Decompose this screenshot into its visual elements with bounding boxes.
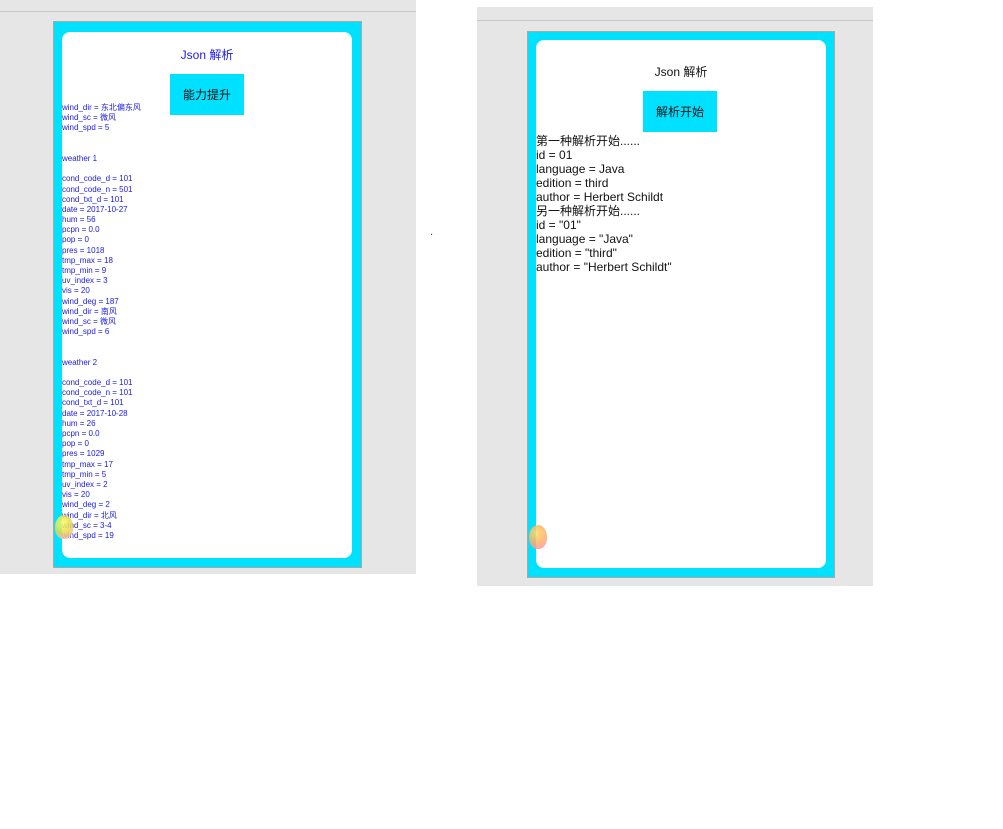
left-log-line: vis = 20 xyxy=(62,286,90,296)
left-log-line: tmp_min = 9 xyxy=(62,266,107,275)
right-log-line: 第一种解析开始...... xyxy=(536,134,641,148)
left-log-line: wind_dir = 南风 xyxy=(62,306,117,316)
left-panel-divider xyxy=(0,11,416,12)
left-log-line: weather 2 xyxy=(62,357,98,367)
left-log-line: tmp_min = 5 xyxy=(62,469,107,479)
left-log-line: pcpn = 0.0 xyxy=(62,225,100,235)
left-log-line: date = 2017-10-28 xyxy=(62,408,128,418)
left-app-title: Json 解析 xyxy=(180,48,234,62)
right-phone-frame: Json 解析 解析开始 第一种解析开始...... id = 01 languag… xyxy=(527,31,835,578)
floating-balloon-icon[interactable] xyxy=(55,515,73,539)
separator-dot: . xyxy=(430,227,434,238)
left-log-line: weather 1 xyxy=(62,153,98,163)
floating-balloon-icon[interactable] xyxy=(529,525,547,549)
left-log-line xyxy=(62,348,352,358)
right-app-card: Json 解析 解析开始 第一种解析开始...... id = 01 languag… xyxy=(536,40,826,568)
left-log-line xyxy=(62,144,352,154)
right-panel-divider xyxy=(477,20,873,21)
right-log-line: id = "01" xyxy=(536,218,581,232)
left-log-line: vis = 20 xyxy=(62,490,90,500)
left-screenshot-panel: Json 解析 wind_dir = 东北偏东风 wind_sc = 微风 wind… xyxy=(0,0,416,574)
right-parse-log: 第一种解析开始...... id = 01 language = Java editi… xyxy=(536,134,826,274)
left-log-line xyxy=(62,368,352,378)
left-log-line: wind_dir = 北风 xyxy=(62,510,117,520)
parse-start-button[interactable]: 解析开始 xyxy=(643,91,717,132)
left-log-line: cond_code_d = 101 xyxy=(62,378,133,388)
right-log-line: language = "Java" xyxy=(536,232,633,246)
left-log-line: cond_txt_d = 101 xyxy=(62,194,124,204)
left-log-line: wind_sc = 微风 xyxy=(62,316,117,326)
left-log-line: tmp_max = 18 xyxy=(62,255,113,265)
left-log-line: wind_deg = 2 xyxy=(62,500,110,510)
left-log-line: wind_deg = 187 xyxy=(62,296,119,306)
right-log-line: edition = third xyxy=(536,176,609,190)
left-log-line: wind_spd = 5 xyxy=(62,123,110,133)
left-log-line xyxy=(62,134,352,144)
left-log-line: tmp_max = 17 xyxy=(62,459,113,469)
left-log-line: hum = 26 xyxy=(62,418,96,428)
left-log-line: wind_spd = 19 xyxy=(62,530,114,540)
left-log-line xyxy=(62,164,352,174)
left-log-line: cond_code_d = 101 xyxy=(62,174,133,184)
left-log-line: wind_sc = 3-4 xyxy=(62,520,112,530)
right-screenshot-panel: Json 解析 解析开始 第一种解析开始...... id = 01 languag… xyxy=(477,7,873,586)
left-log-line: pop = 0 xyxy=(62,439,89,449)
right-log-line: author = "Herbert Schildt" xyxy=(536,260,672,274)
left-log-line xyxy=(62,337,352,347)
left-phone-frame: Json 解析 wind_dir = 东北偏东风 wind_sc = 微风 wind… xyxy=(53,21,362,568)
left-log-line: pres = 1029 xyxy=(62,449,105,459)
left-log-line: hum = 56 xyxy=(62,215,96,225)
left-log-line: date = 2017-10-27 xyxy=(62,204,128,214)
right-log-line: author = Herbert Schildt xyxy=(536,190,664,204)
right-app-title: Json 解析 xyxy=(654,65,708,79)
left-log-line: cond_txt_d = 101 xyxy=(62,398,124,408)
left-log-line: cond_code_n = 101 xyxy=(62,388,133,398)
left-log-line: pcpn = 0.0 xyxy=(62,429,100,438)
right-log-line: edition = "third" xyxy=(536,246,617,260)
left-log-line: cond_code_n = 501 xyxy=(62,184,133,194)
right-log-line: 另一种解析开始...... xyxy=(536,204,641,218)
right-log-line: id = 01 xyxy=(536,148,573,162)
right-log-line: language = Java xyxy=(536,162,625,176)
left-log-line: uv_index = 3 xyxy=(62,276,108,286)
left-log-line: wind_spd = 6 xyxy=(62,327,110,337)
ability-improve-button[interactable]: 能力提升 xyxy=(170,74,244,115)
left-app-card: Json 解析 wind_dir = 东北偏东风 wind_sc = 微风 wind… xyxy=(62,32,352,558)
left-log-line: pop = 0 xyxy=(62,235,89,245)
left-log-line: uv_index = 2 xyxy=(62,479,108,489)
left-weather-log: wind_dir = 东北偏东风 wind_sc = 微风 wind_spd = 5… xyxy=(62,103,352,541)
left-log-line: pres = 1018 xyxy=(62,245,105,255)
